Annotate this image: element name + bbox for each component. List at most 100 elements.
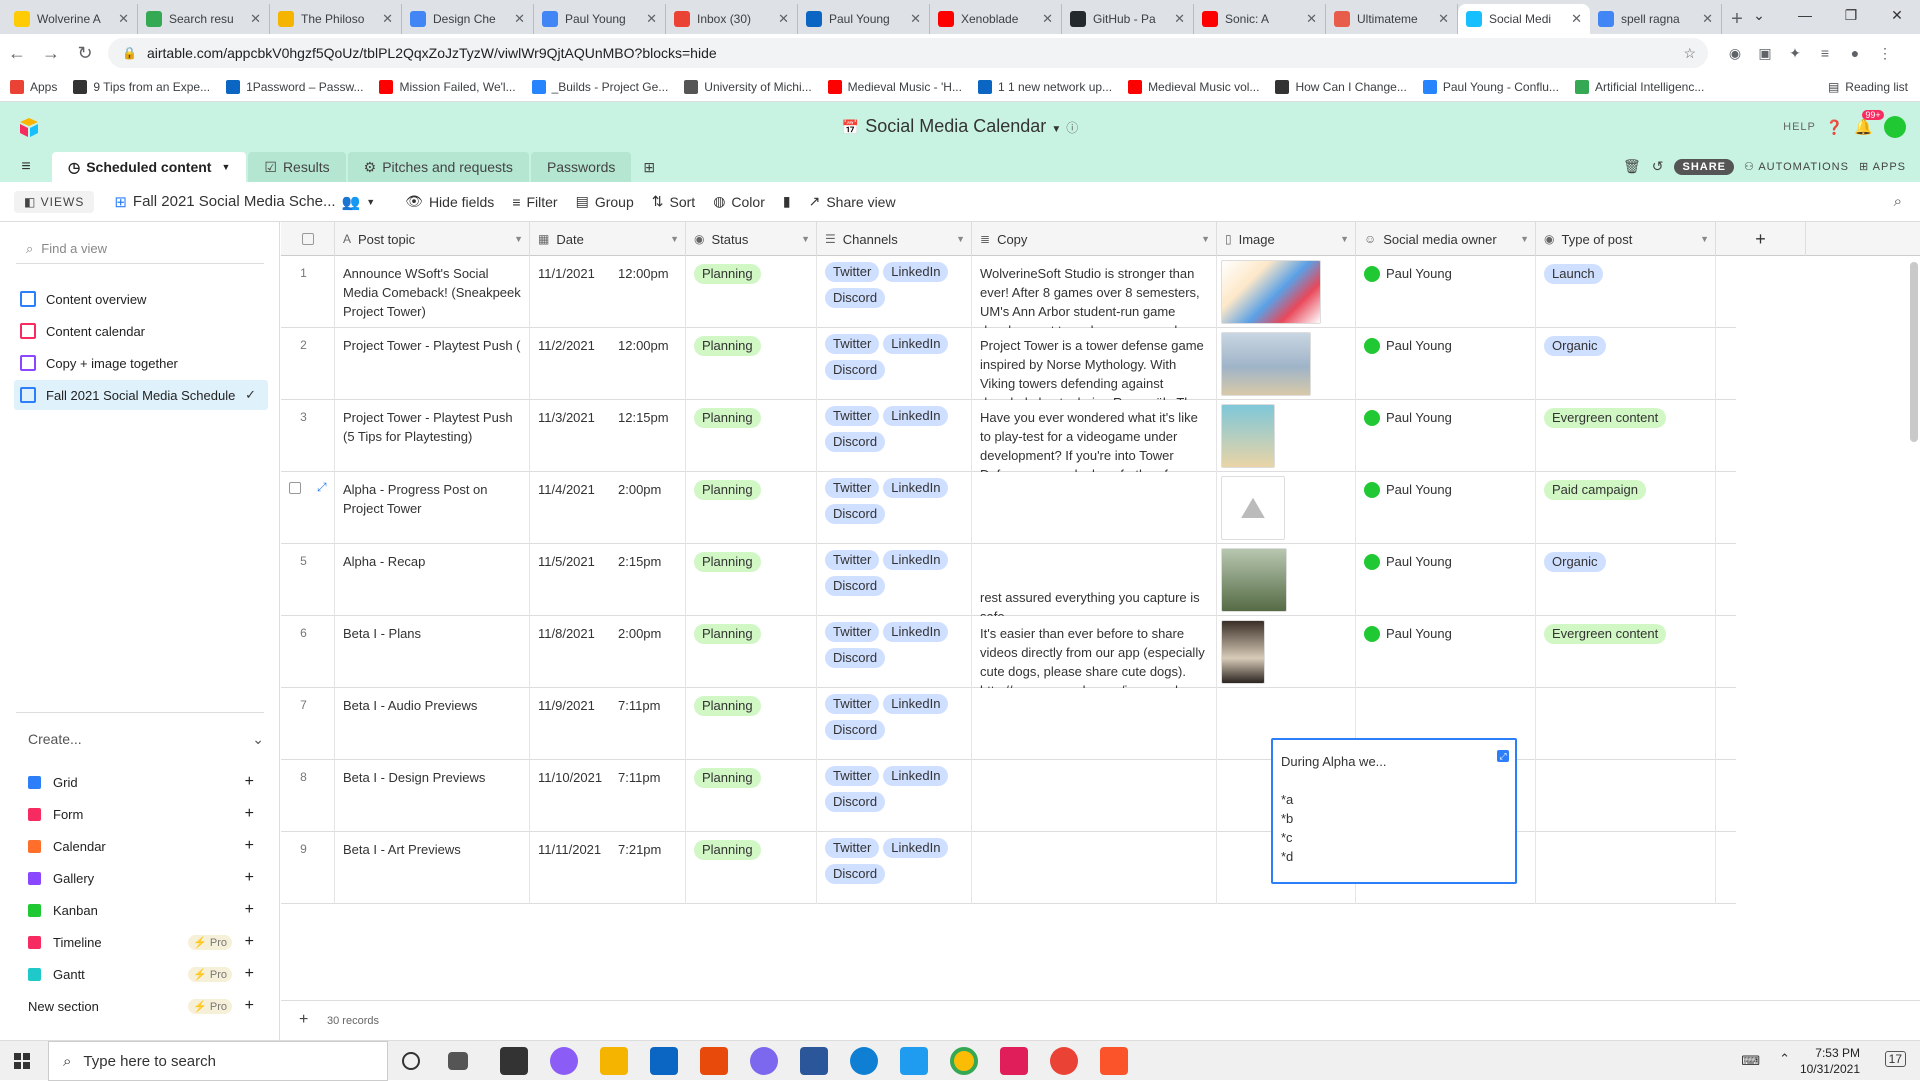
status-cell[interactable]: Planning xyxy=(686,832,817,904)
close-tab-icon[interactable]: ✕ xyxy=(1702,11,1713,27)
close-tab-icon[interactable]: ✕ xyxy=(1438,11,1449,27)
notifications-icon[interactable]: 🔔 99+ xyxy=(1854,110,1884,136)
maximize-button[interactable]: ❐ xyxy=(1828,0,1874,30)
create-gallery[interactable]: Gallery + xyxy=(28,864,254,892)
office-icon[interactable] xyxy=(700,1047,728,1075)
copy-cell[interactable]: It's easier than ever before to share vi… xyxy=(972,616,1217,688)
create-grid[interactable]: Grid + xyxy=(28,768,254,796)
views-toggle-button[interactable]: ◧ VIEWS xyxy=(14,190,95,213)
table-row[interactable]: 1 Announce WSoft's Social Media Comeback!… xyxy=(281,256,1736,328)
status-cell[interactable]: Planning xyxy=(686,616,817,688)
close-tab-icon[interactable]: ✕ xyxy=(118,11,129,27)
copy-cell[interactable] xyxy=(972,832,1217,904)
bookmark-star-icon[interactable]: ☆ xyxy=(1683,45,1696,62)
browser-tab[interactable]: Design Che ✕ xyxy=(402,4,534,34)
tab-pitches-and-requests[interactable]: ⚙ Pitches and requests xyxy=(347,152,529,182)
table-row[interactable]: 5 Alpha - Recap 11/5/2021 2:15pm Planning Twi… xyxy=(281,544,1736,616)
post-topic-cell[interactable]: Alpha - Progress Post on Project Tower xyxy=(335,472,530,544)
view-item-content-calendar[interactable]: Content calendar xyxy=(14,316,268,346)
copy-cell-editor[interactable]: During Alpha we... *a *b *c *d xyxy=(1271,738,1517,884)
store-icon[interactable] xyxy=(500,1047,528,1075)
browser-tab[interactable]: Search resu ✕ xyxy=(138,4,270,34)
date-cell[interactable]: 11/8/2021 2:00pm xyxy=(530,616,686,688)
media-icon[interactable]: ≡ xyxy=(1810,38,1840,68)
post-topic-cell[interactable]: Beta I - Audio Previews xyxy=(335,688,530,760)
back-button[interactable]: ← xyxy=(0,36,34,70)
slack-icon[interactable] xyxy=(1000,1047,1028,1075)
column-header-type[interactable]: ◉ Type of post ▼ xyxy=(1536,222,1716,256)
menu-icon[interactable]: ⋮ xyxy=(1870,38,1900,68)
create-form[interactable]: Form + xyxy=(28,800,254,828)
date-cell[interactable]: 11/5/2021 2:15pm xyxy=(530,544,686,616)
apps-button[interactable]: ⊞ APPS xyxy=(1859,160,1906,173)
bookmark-item[interactable]: 1Password – Passw... xyxy=(226,79,363,94)
image-thumbnail[interactable] xyxy=(1221,332,1311,396)
status-cell[interactable]: Planning xyxy=(686,760,817,832)
extension-icon[interactable]: ▣ xyxy=(1750,38,1780,68)
add-field-button[interactable]: + xyxy=(1716,222,1806,256)
close-tab-icon[interactable]: ✕ xyxy=(1571,11,1582,27)
copy-cell[interactable]: Have you ever wondered what it's like to… xyxy=(972,400,1217,472)
close-window-button[interactable]: ✕ xyxy=(1874,0,1920,30)
image-cell[interactable]: ⛰ xyxy=(1217,472,1356,544)
browser-tab[interactable]: GitHub - Pa ✕ xyxy=(1062,4,1194,34)
info-icon[interactable]: ⓘ xyxy=(1066,121,1078,135)
type-cell[interactable]: Organic xyxy=(1536,544,1716,616)
column-header-owner[interactable]: ☺ Social media owner ▼ xyxy=(1356,222,1536,256)
close-tab-icon[interactable]: ✕ xyxy=(910,11,921,27)
post-topic-cell[interactable]: Project Tower - Playtest Push (5 Tips fo… xyxy=(335,400,530,472)
reload-button[interactable]: ↻ xyxy=(68,36,102,70)
channels-cell[interactable]: Twitter LinkedIn Discord xyxy=(817,544,972,616)
trash-icon[interactable]: 🗑 xyxy=(1623,158,1642,175)
post-topic-cell[interactable]: Beta I - Plans xyxy=(335,616,530,688)
table-row[interactable]: 3 Project Tower - Playtest Push (5 Tips f… xyxy=(281,400,1736,472)
table-row[interactable]: 2 Project Tower - Playtest Push (11/2/202… xyxy=(281,328,1736,400)
column-header-copy[interactable]: ≣ Copy ▼ xyxy=(972,222,1217,256)
date-cell[interactable]: 11/11/2021 7:21pm xyxy=(530,832,686,904)
status-cell[interactable]: Planning xyxy=(686,328,817,400)
column-header-channels[interactable]: ☰ Channels ▼ xyxy=(817,222,972,256)
bookmark-item[interactable]: 1 1 new network up... xyxy=(977,79,1112,94)
close-tab-icon[interactable]: ✕ xyxy=(1174,11,1185,27)
bookmark-item[interactable]: 9 Tips from an Expe... xyxy=(73,79,210,94)
image-placeholder-icon[interactable]: ⛰ xyxy=(1221,476,1285,540)
status-cell[interactable]: Planning xyxy=(686,472,817,544)
channels-cell[interactable]: Twitter LinkedIn Discord xyxy=(817,760,972,832)
profile-avatar[interactable]: ● xyxy=(1840,38,1870,68)
browser-tab[interactable]: Xenoblade ✕ xyxy=(930,4,1062,34)
image-cell[interactable] xyxy=(1217,616,1356,688)
copy-cell[interactable] xyxy=(972,472,1217,544)
extension-icon[interactable]: ◉ xyxy=(1720,38,1750,68)
post-topic-cell[interactable]: Alpha - Recap xyxy=(335,544,530,616)
image-cell[interactable] xyxy=(1217,544,1356,616)
owner-cell[interactable]: Paul Young xyxy=(1356,472,1536,544)
tab-scheduled-content[interactable]: ◷ Scheduled content ▼ xyxy=(52,152,247,182)
tab-results[interactable]: ☑ Results xyxy=(248,152,346,182)
date-cell[interactable]: 11/4/2021 2:00pm xyxy=(530,472,686,544)
type-cell[interactable]: Paid campaign xyxy=(1536,472,1716,544)
owner-cell[interactable]: Paul Young xyxy=(1356,256,1536,328)
date-cell[interactable]: 11/1/2021 12:00pm xyxy=(530,256,686,328)
vertical-scrollbar[interactable] xyxy=(1910,262,1918,442)
close-tab-icon[interactable]: ✕ xyxy=(778,11,789,27)
status-cell[interactable]: Planning xyxy=(686,688,817,760)
status-cell[interactable]: Planning xyxy=(686,544,817,616)
create-timeline[interactable]: Timeline ⚡ Pro + xyxy=(28,928,254,956)
bookmark-item[interactable]: University of Michi... xyxy=(684,79,812,94)
copy-cell[interactable]: Project Tower is a tower defense game in… xyxy=(972,328,1217,400)
app-icon[interactable] xyxy=(550,1047,578,1075)
post-topic-cell[interactable]: Announce WSoft's Social Media Comeback! … xyxy=(335,256,530,328)
hide-fields-button[interactable]: 👁 Hide fields xyxy=(405,193,494,210)
bookmark-item[interactable]: Medieval Music vol... xyxy=(1128,79,1259,94)
minimize-button[interactable]: — xyxy=(1782,0,1828,30)
copy-cell[interactable] xyxy=(972,760,1217,832)
browser-tab[interactable]: Sonic: A ✕ xyxy=(1194,4,1326,34)
bookmark-item[interactable]: Mission Failed, We'l... xyxy=(379,79,516,94)
browser-tab[interactable]: Paul Young ✕ xyxy=(534,4,666,34)
create-calendar[interactable]: Calendar + xyxy=(28,832,254,860)
status-cell[interactable]: Planning xyxy=(686,400,817,472)
column-header-date[interactable]: ▦ Date ▼ xyxy=(530,222,686,256)
discord-icon[interactable] xyxy=(750,1047,778,1075)
puzzle-icon[interactable]: ✦ xyxy=(1780,38,1810,68)
channels-cell[interactable]: Twitter LinkedIn Discord xyxy=(817,328,972,400)
